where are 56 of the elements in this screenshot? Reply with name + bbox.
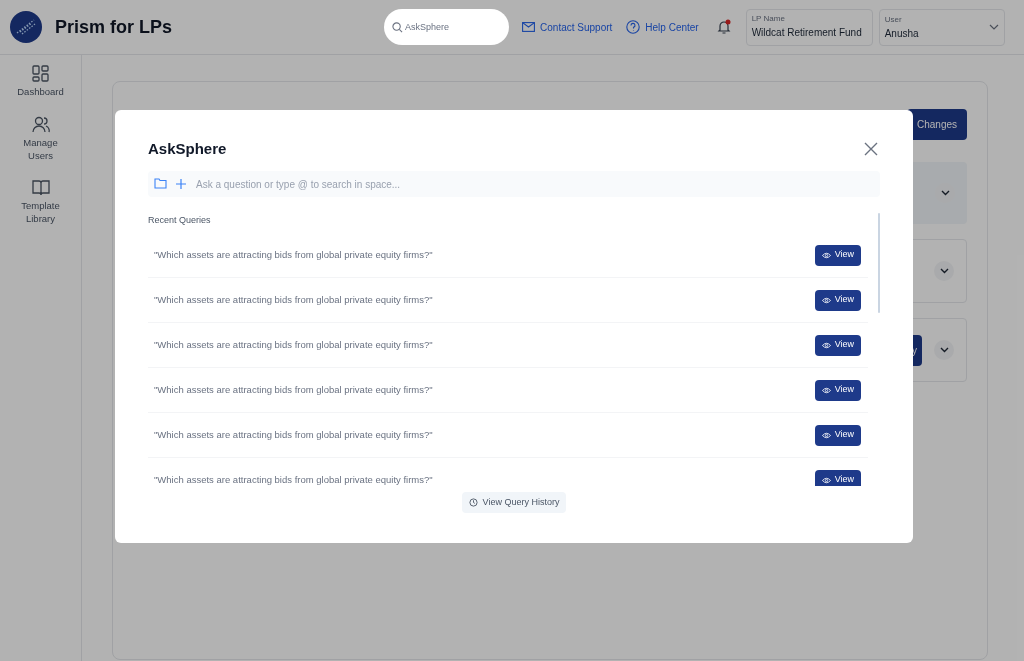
chevron-down-icon[interactable] (934, 340, 954, 360)
logo-icon (10, 11, 42, 43)
folder-icon[interactable] (154, 177, 167, 189)
field-value: Wildcat Retirement Fund (751, 25, 863, 40)
search-icon (392, 22, 404, 33)
query-text: "Which assets are attracting bids from global private equity firms?" (154, 337, 433, 352)
eye-icon (821, 251, 831, 259)
eye-icon (821, 296, 831, 304)
field-label: LP Name (751, 12, 786, 25)
chevron-down-icon[interactable] (934, 261, 954, 281)
field-label: User (884, 13, 903, 26)
bell-icon[interactable] (716, 19, 731, 35)
eye-icon (821, 341, 831, 349)
query-row[interactable]: "Which assets are attracting bids from global private equity firms?" View (148, 278, 868, 323)
eye-icon (821, 476, 831, 484)
lp-name-field[interactable]: LP Name Wildcat Retirement Fund (745, 8, 873, 46)
user-dropdown[interactable]: User Anusha (878, 8, 1005, 46)
view-button[interactable]: View (814, 244, 861, 266)
query-row[interactable]: "Which assets are attracting bids from global private equity firms?" View (148, 323, 868, 368)
search-field[interactable]: AskSphere (384, 9, 510, 45)
sidebar-item[interactable]: Manage Users (7, 116, 74, 162)
section-label: Recent Queries (148, 213, 212, 227)
view-button[interactable]: View (814, 379, 861, 401)
eye-icon (821, 386, 831, 394)
users-icon (31, 116, 50, 133)
view-button[interactable]: View (814, 469, 861, 486)
query-text: "Which assets are attracting bids from global private equity firms?" (154, 292, 433, 307)
view-button[interactable]: View (814, 289, 861, 311)
question-field[interactable]: Ask a question or type @ to search in space... (148, 171, 880, 197)
modal-title: AskSphere (148, 139, 227, 159)
query-row[interactable]: "Which assets are attracting bids from global private equity firms?" View (148, 233, 868, 278)
view-button[interactable]: View (814, 424, 861, 446)
query-text: "Which assets are attracting bids from global private equity firms?" (154, 382, 433, 397)
view-history-button[interactable]: View Query History (461, 492, 567, 513)
query-text: "Which assets are attracting bids from global private equity firms?" (154, 247, 433, 262)
sidebar-item[interactable]: Dashboard (7, 65, 74, 98)
view-button[interactable]: View (814, 334, 861, 356)
header-link[interactable]: Help Center (626, 19, 699, 35)
close-icon[interactable] (864, 142, 878, 157)
chevron-down-icon (988, 24, 999, 30)
eye-icon (821, 431, 831, 439)
query-text: "Which assets are attracting bids from global private equity firms?" (154, 427, 433, 442)
help-icon (626, 20, 641, 34)
mail-icon (522, 22, 536, 32)
plus-icon[interactable] (176, 178, 186, 189)
header-link[interactable]: Contact Support (522, 19, 613, 35)
app-title: Prism for LPs (55, 15, 173, 39)
query-row[interactable]: "Which assets are attracting bids from global private equity firms?" View (148, 413, 868, 458)
query-row[interactable]: "Which assets are attracting bids from global private equity firms?" View (148, 368, 868, 413)
book-icon (31, 180, 50, 196)
query-text: "Which assets are attracting bids from global private equity firms?" (154, 472, 433, 486)
clock-icon (468, 498, 478, 507)
dashboard-icon (32, 65, 49, 82)
field-value: Anusha (884, 26, 920, 41)
scrollbar[interactable] (878, 213, 880, 313)
sidebar-item[interactable]: Template Library (7, 180, 74, 225)
